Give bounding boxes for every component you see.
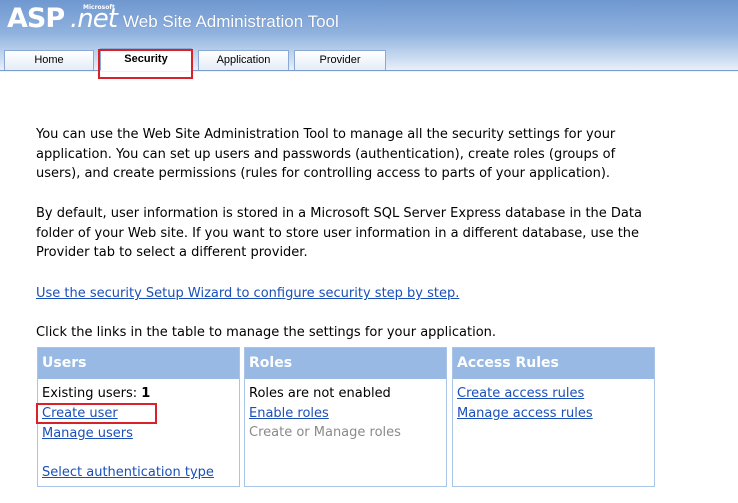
- enable-roles-link[interactable]: Enable roles: [249, 406, 329, 421]
- roles-status-text: Roles are not enabled: [249, 386, 391, 401]
- security-tab-highlight: [98, 49, 193, 79]
- tab-provider[interactable]: Provider: [294, 50, 386, 71]
- create-access-rules-link[interactable]: Create access rules: [457, 386, 584, 401]
- tab-home[interactable]: Home: [4, 50, 94, 71]
- select-authentication-type-link[interactable]: Select authentication type: [42, 465, 214, 480]
- manage-access-rules-link[interactable]: Manage access rules: [457, 406, 593, 421]
- app-title: Web Site Administration Tool: [123, 12, 339, 31]
- existing-users-count: 1: [141, 386, 151, 401]
- users-heading: Users: [38, 348, 239, 379]
- create-manage-roles-disabled: Create or Manage roles: [249, 425, 401, 440]
- roles-panel: Roles Roles are not enabled Enable roles…: [244, 347, 447, 487]
- access-rules-panel: Access Rules Create access rules Manage …: [452, 347, 655, 487]
- logo-asp-text: ASP: [7, 3, 65, 34]
- existing-users-line: Existing users: 1: [42, 386, 150, 401]
- existing-users-label: Existing users:: [42, 386, 142, 401]
- access-rules-heading: Access Rules: [453, 348, 654, 379]
- roles-heading: Roles: [245, 348, 446, 379]
- manage-users-link[interactable]: Manage users: [42, 426, 133, 441]
- intro-paragraph-2: By default, user information is stored i…: [36, 206, 642, 260]
- security-setup-wizard-link[interactable]: Use the security Setup Wizard to configu…: [36, 286, 459, 301]
- table-hint-text: Click the links in the table to manage t…: [36, 325, 497, 340]
- logo-net-text: .net: [70, 4, 118, 34]
- intro-paragraph-1: You can use the Web Site Administration …: [36, 127, 616, 181]
- create-user-highlight: [36, 403, 157, 424]
- wizard-link-line: Use the security Setup Wizard to configu…: [36, 284, 656, 304]
- tab-application[interactable]: Application: [198, 50, 289, 71]
